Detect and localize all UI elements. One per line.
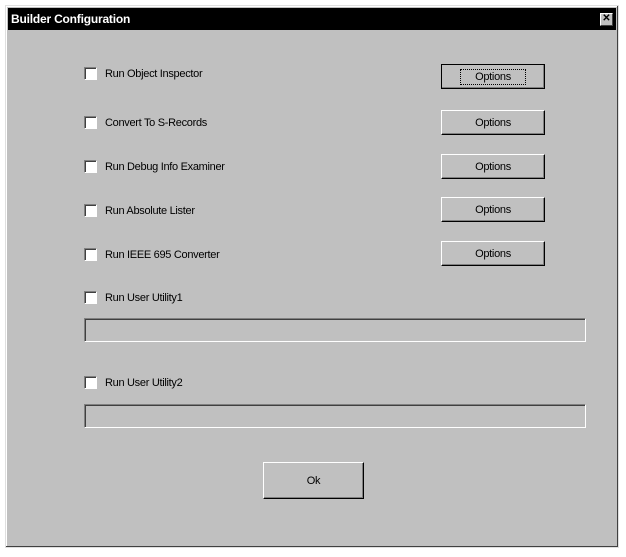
object-inspector-checkbox[interactable] (84, 67, 97, 80)
debug-info-options-button[interactable]: Options (441, 154, 545, 179)
ieee-converter-options-button[interactable]: Options (441, 241, 545, 266)
title-bar: Builder Configuration ✕ (8, 8, 616, 30)
ok-button[interactable]: Ok (263, 462, 364, 499)
close-button[interactable]: ✕ (600, 12, 613, 26)
ok-button-label: Ok (306, 474, 321, 487)
object-inspector-options-button[interactable]: Options (441, 64, 545, 89)
option-row-user-utility-1: Run User Utility1 (84, 291, 183, 304)
absolute-lister-label: Run Absolute Lister (105, 204, 195, 217)
option-row-s-records: Convert To S-Records (84, 116, 207, 129)
object-inspector-label: Run Object Inspector (105, 67, 203, 80)
s-records-label: Convert To S-Records (105, 116, 208, 129)
user-utility-2-checkbox[interactable] (84, 376, 97, 389)
option-row-absolute-lister: Run Absolute Lister (84, 204, 195, 217)
option-row-user-utility-2: Run User Utility2 (84, 376, 183, 389)
debug-info-checkbox[interactable] (84, 160, 97, 173)
user-utility-2-label: Run User Utility2 (105, 376, 183, 389)
dialog-title: Builder Configuration (11, 12, 131, 26)
absolute-lister-checkbox[interactable] (84, 204, 97, 217)
ieee-converter-label: Run IEEE 695 Converter (105, 248, 220, 261)
absolute-lister-options-button[interactable]: Options (441, 197, 545, 222)
user-utility-2-field[interactable] (84, 404, 586, 428)
ieee-converter-checkbox[interactable] (84, 248, 97, 261)
close-icon: ✕ (602, 13, 611, 24)
user-utility-1-label: Run User Utility1 (105, 291, 183, 304)
option-row-ieee-converter: Run IEEE 695 Converter (84, 248, 220, 261)
user-utility-1-checkbox[interactable] (84, 291, 97, 304)
option-row-debug-info: Run Debug Info Examiner (84, 160, 225, 173)
option-row-object-inspector: Run Object Inspector (84, 67, 203, 80)
s-records-options-button[interactable]: Options (441, 110, 545, 135)
user-utility-1-field[interactable] (84, 318, 586, 342)
debug-info-label: Run Debug Info Examiner (105, 160, 225, 173)
s-records-checkbox[interactable] (84, 116, 97, 129)
